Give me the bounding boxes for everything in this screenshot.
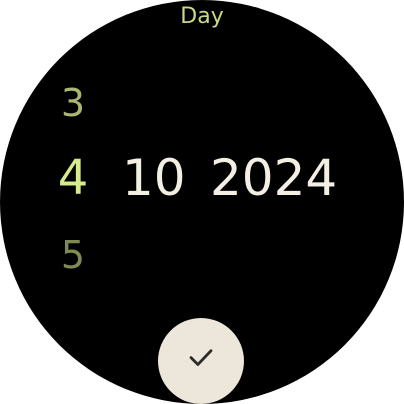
day-option-next[interactable]: 5 [50,236,96,274]
day-option-selected[interactable]: 4 [50,154,96,202]
month-value[interactable]: 10 [122,153,186,203]
confirm-button[interactable] [158,318,244,404]
field-label: Day [180,4,224,29]
check-icon [189,349,213,366]
year-value[interactable]: 2024 [210,153,337,203]
watch-screen: Day 3 4 5 10 2024 [0,0,404,404]
day-option-previous[interactable]: 3 [50,84,96,122]
